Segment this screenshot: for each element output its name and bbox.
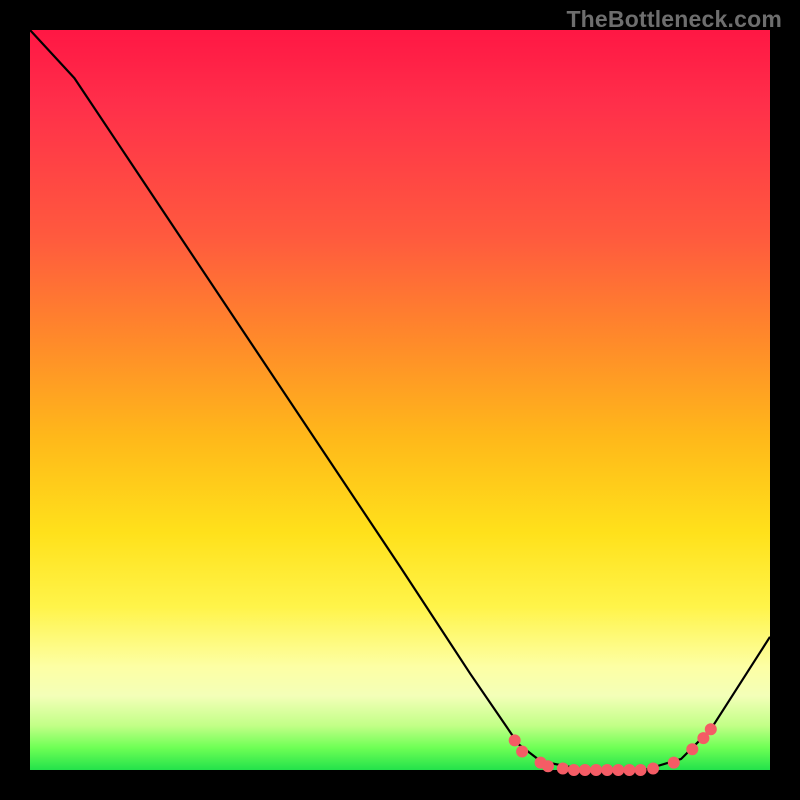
marker-dot (601, 764, 613, 776)
marker-dot (635, 764, 647, 776)
marker-dot (590, 764, 602, 776)
bottleneck-curve (30, 30, 770, 770)
marker-dot (516, 746, 528, 758)
marker-dot (647, 763, 659, 775)
marker-dot (579, 764, 591, 776)
marker-dot (686, 743, 698, 755)
watermark-text: TheBottleneck.com (566, 6, 782, 33)
marker-dot (668, 757, 680, 769)
marker-dot (542, 760, 554, 772)
marker-dot (612, 764, 624, 776)
curve-layer (30, 30, 770, 770)
chart-stage: TheBottleneck.com (0, 0, 800, 800)
marker-dot (623, 764, 635, 776)
marker-dot (557, 763, 569, 775)
marker-dot (509, 734, 521, 746)
marker-dot (568, 764, 580, 776)
optimal-range-markers (509, 723, 717, 776)
marker-dot (705, 723, 717, 735)
